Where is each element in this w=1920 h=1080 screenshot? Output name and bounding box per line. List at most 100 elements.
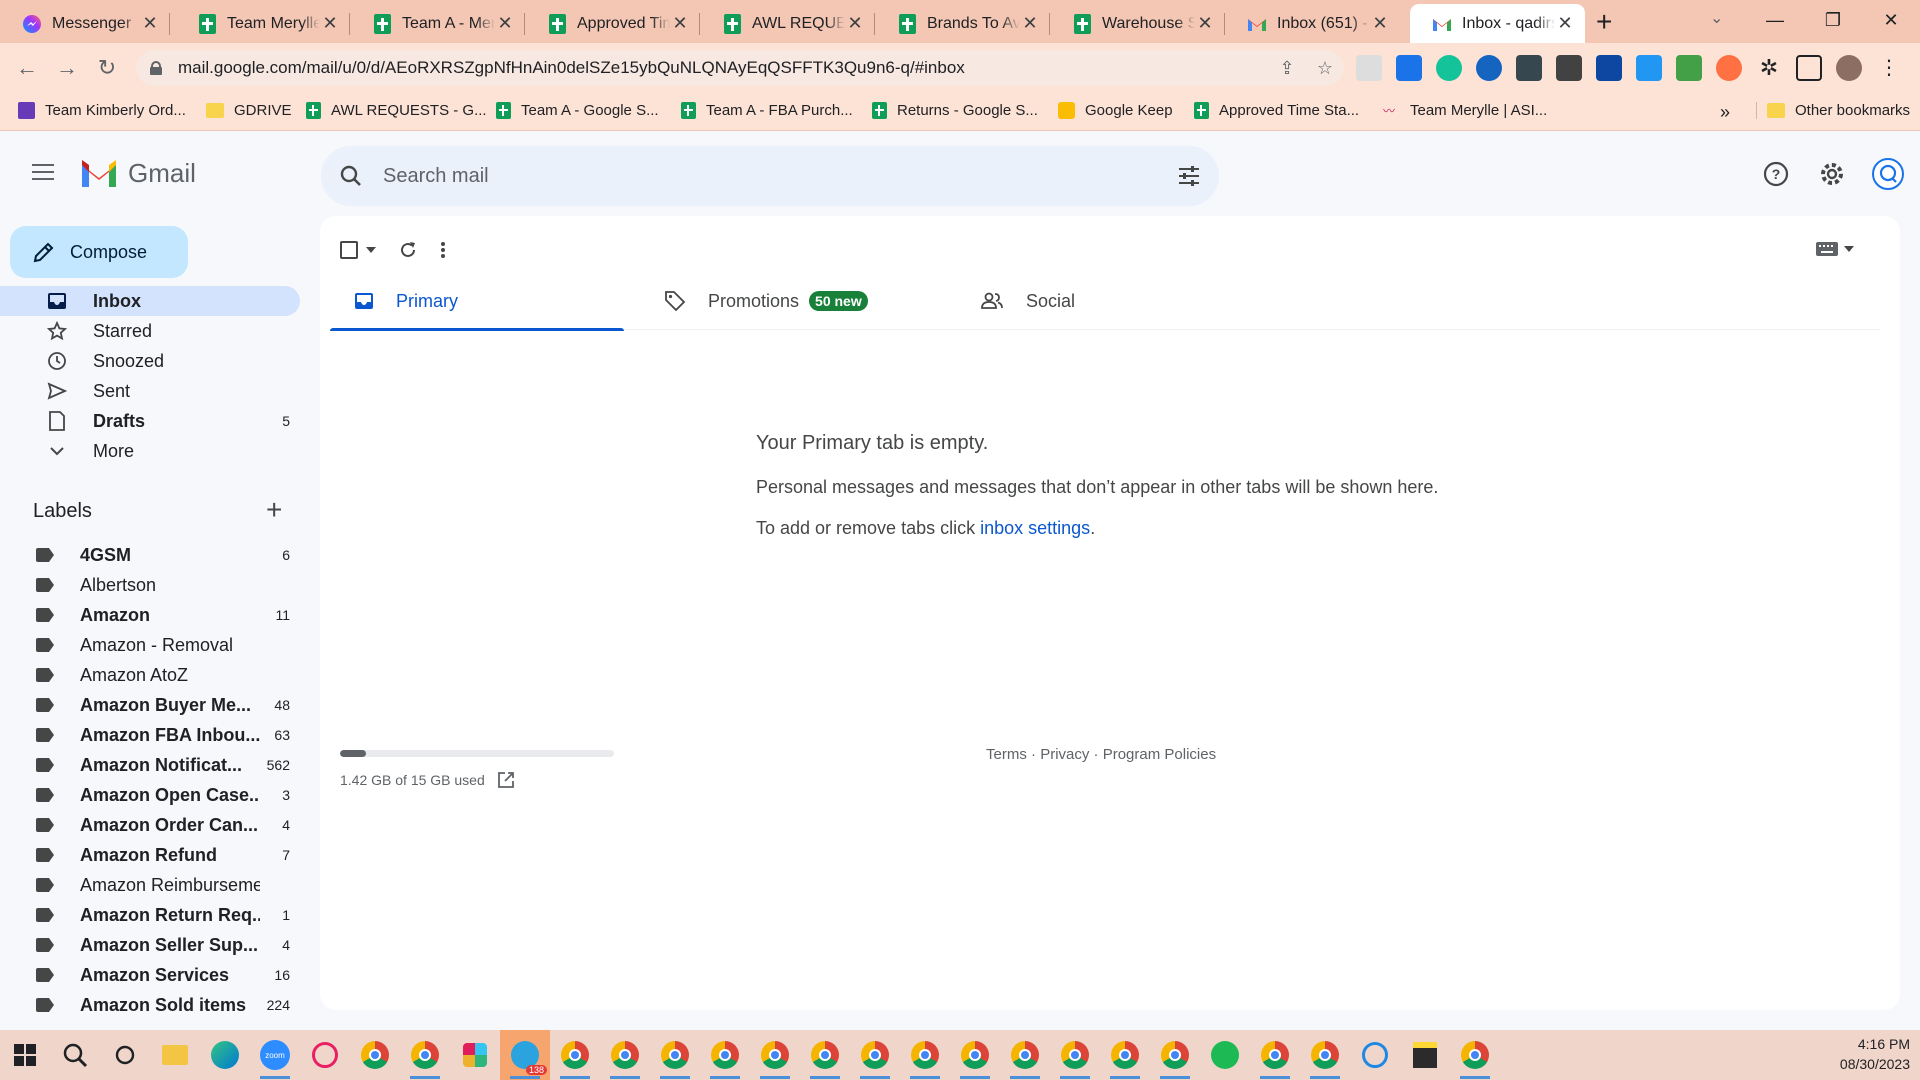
other-bookmarks[interactable]: Other bookmarks [1756,102,1910,119]
more-vert-icon[interactable] [440,240,446,260]
nav-sent[interactable]: Sent [0,376,300,406]
profile-avatar[interactable] [1836,55,1862,81]
puzzle-icon[interactable]: ✲ [1756,55,1782,81]
input-tools-toggle[interactable] [1816,242,1854,256]
label-item[interactable]: Amazon Return Req... 1 [0,900,300,930]
search-icon[interactable] [50,1030,100,1080]
browser-tab[interactable]: Messenger ✕ [0,4,170,43]
extension-icon[interactable] [1596,55,1622,81]
close-icon[interactable]: ✕ [670,13,690,34]
label-item[interactable]: Amazon Notificat... 562 [0,750,300,780]
snipping-tool-icon[interactable] [300,1030,350,1080]
kebab-menu-icon[interactable]: ⋮ [1876,55,1902,81]
browser-tab[interactable]: AWL REQUEST ✕ [700,4,875,43]
extension-icon[interactable] [1556,55,1582,81]
chrome-icon[interactable] [1000,1030,1050,1080]
bookmark-item[interactable]: Google Keep [1058,102,1173,119]
cortana-icon[interactable] [100,1030,150,1080]
close-icon[interactable]: ✕ [1020,13,1040,34]
system-clock[interactable]: 4:16 PM 08/30/2023 [1840,1034,1910,1074]
create-label-icon[interactable]: + [266,496,282,524]
close-window-button[interactable]: ✕ [1862,0,1920,40]
bookmark-star-icon[interactable]: ☆ [1306,58,1344,79]
browser-tab[interactable]: Brands To Avo ✕ [875,4,1050,43]
refresh-icon[interactable] [398,240,418,260]
label-item[interactable]: Amazon Buyer Me... 48 [0,690,300,720]
help-icon[interactable]: ? [1758,156,1794,192]
terms-link[interactable]: Terms [986,746,1027,763]
chrome-icon[interactable] [1300,1030,1350,1080]
extension-icon[interactable] [1516,55,1542,81]
chrome-icon[interactable] [1150,1030,1200,1080]
forward-button[interactable]: → [52,53,82,83]
label-item[interactable]: Amazon Sold items 224 [0,990,300,1020]
compose-button[interactable]: Compose [10,226,188,278]
bookmark-item[interactable]: Team A - FBA Purch... [681,102,853,119]
chrome-icon[interactable] [1250,1030,1300,1080]
edge-icon[interactable] [200,1030,250,1080]
grammarly-icon[interactable] [1436,55,1462,81]
chrome-icon[interactable] [800,1030,850,1080]
browser-tab[interactable]: Warehouse Sh ✕ [1050,4,1225,43]
url-text[interactable]: mail.google.com/mail/u/0/d/AEoRXRSZgpNfH… [178,58,1268,78]
chrome-icon[interactable] [550,1030,600,1080]
label-item[interactable]: Amazon - Removal [0,630,300,660]
label-item[interactable]: Amazon Refund 7 [0,840,300,870]
tab-promotions[interactable]: Promotions 50 new [640,272,934,330]
windows-start-icon[interactable] [0,1030,50,1080]
browser-tab-active[interactable]: Inbox - qadirs ✕ [1410,4,1585,43]
google-account-avatar[interactable] [1870,156,1906,192]
extension-icon[interactable] [1356,55,1382,81]
bookmark-item[interactable]: Approved Time Sta... [1194,102,1359,119]
reload-button[interactable]: ↻ [92,53,122,83]
program-policies-link[interactable]: Program Policies [1103,746,1216,763]
sticky-notes-icon[interactable] [1400,1030,1450,1080]
chrome-icon[interactable] [850,1030,900,1080]
close-icon[interactable]: ✕ [1370,13,1390,34]
settings-gear-icon[interactable] [1814,156,1850,192]
chrome-icon[interactable] [950,1030,1000,1080]
select-all-checkbox[interactable] [340,241,376,259]
spotify-icon[interactable] [1200,1030,1250,1080]
bookmarks-overflow[interactable]: » [1720,102,1730,123]
file-explorer-icon[interactable] [150,1030,200,1080]
browser-tab[interactable]: Team A - Mer ✕ [350,4,525,43]
chrome-icon[interactable] [750,1030,800,1080]
chrome-icon[interactable] [700,1030,750,1080]
bookmark-item[interactable]: Returns - Google S... [872,102,1038,119]
extension-icon[interactable] [1396,55,1422,81]
extension-icon[interactable] [1476,55,1502,81]
zoom-icon[interactable]: zoom [250,1030,300,1080]
nav-snoozed[interactable]: Snoozed [0,346,300,376]
bookmark-item[interactable]: 〰 Team Merylle | ASI... [1383,102,1547,119]
label-item[interactable]: Albertson [0,570,300,600]
telegram-icon[interactable]: 138 [500,1030,550,1080]
nav-more[interactable]: More [0,436,300,466]
search-bar[interactable]: Search mail [321,146,1219,206]
label-item[interactable]: Amazon Seller Sup... 4 [0,930,300,960]
chrome-icon[interactable] [900,1030,950,1080]
tab-search-icon[interactable]: ⌄ [1710,8,1723,28]
chrome-icon[interactable] [600,1030,650,1080]
chrome-icon[interactable] [1100,1030,1150,1080]
label-item[interactable]: Amazon AtoZ [0,660,300,690]
label-item[interactable]: Amazon Reimbursement [0,870,300,900]
lock-icon[interactable] [150,61,162,75]
browser-tab[interactable]: Team Merylle ✕ [175,4,350,43]
main-menu-icon[interactable] [30,162,58,182]
bookmark-item[interactable]: Team Kimberly Ord... [18,102,186,119]
nav-drafts[interactable]: Drafts 5 [0,406,300,436]
search-options-icon[interactable] [1159,165,1219,187]
slack-icon[interactable] [450,1030,500,1080]
nav-starred[interactable]: Starred [0,316,300,346]
open-in-new-icon[interactable] [497,771,515,789]
nav-inbox[interactable]: Inbox [0,286,300,316]
chrome-icon[interactable] [650,1030,700,1080]
share-icon[interactable]: ⇪ [1268,58,1306,79]
close-icon[interactable]: ✕ [845,13,865,34]
side-panel-icon[interactable] [1796,55,1822,81]
bookmark-item[interactable]: Team A - Google S... [496,102,659,119]
chrome-icon[interactable] [400,1030,450,1080]
chrome-icon[interactable] [350,1030,400,1080]
label-item[interactable]: Amazon Open Case... 3 [0,780,300,810]
